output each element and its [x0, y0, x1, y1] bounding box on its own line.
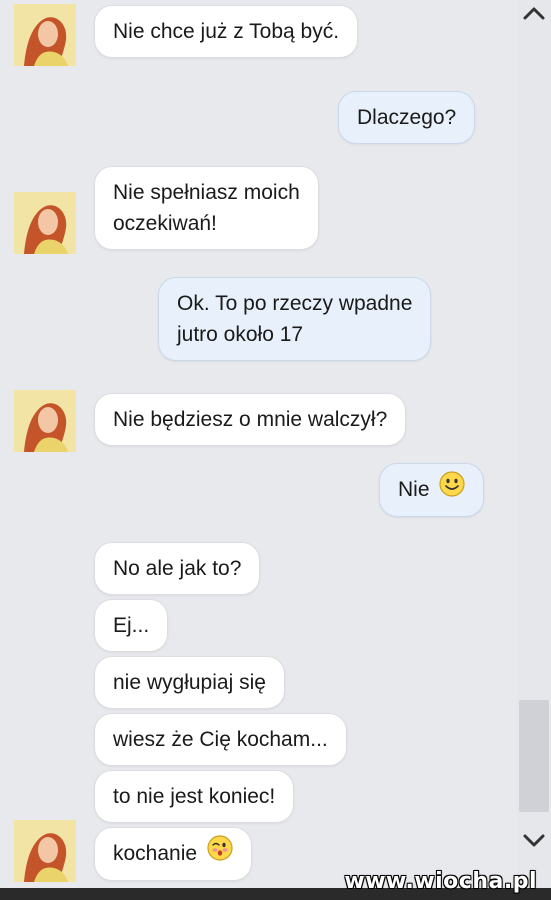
message-text: to nie jest koniec! [113, 785, 276, 808]
message-bubble-incoming: nie wygłupiaj się [94, 656, 285, 709]
smiley-icon [439, 471, 465, 506]
avatar-image [14, 4, 76, 66]
message-bubble-incoming: wiesz że Cię kocham... [94, 713, 347, 766]
message-text: kochanie [113, 842, 198, 865]
message-bubble-incoming: Nie będziesz o mnie walczył? [94, 393, 407, 446]
message-text: Dlaczego? [357, 106, 457, 129]
scrollbar-thumb[interactable] [519, 700, 549, 812]
contact-avatar[interactable] [14, 4, 76, 66]
message-text: Nie [398, 478, 430, 501]
kiss-smiley-icon [207, 835, 233, 870]
chevron-down-icon [523, 834, 545, 853]
contact-avatar[interactable] [14, 390, 76, 452]
message-bubble-outgoing: Dlaczego? [338, 91, 476, 144]
message-text: Nie będziesz o mnie walczył? [113, 408, 388, 431]
avatar-image [14, 390, 76, 452]
message-bubble-incoming: No ale jak to? [94, 542, 261, 595]
contact-avatar[interactable] [14, 820, 76, 882]
message-text-line: jutro około 17 [177, 323, 304, 346]
scroll-up-button[interactable] [517, 0, 551, 30]
scrollbar[interactable] [517, 0, 551, 900]
message-text: wiesz że Cię kocham... [113, 728, 328, 751]
message-text: No ale jak to? [113, 557, 242, 580]
chat-window: Nie chce już z Tobą być. Dlaczego? Nie s… [0, 0, 551, 900]
message-text: nie wygłupiaj się [113, 671, 266, 694]
contact-avatar[interactable] [14, 192, 76, 254]
message-bubble-incoming: Nie chce już z Tobą być. [94, 5, 359, 58]
watermark: www.wiocha.pl [344, 869, 537, 894]
message-text: Ej... [113, 614, 150, 637]
message-bubble-outgoing: Ok. To po rzeczy wpadne jutro około 17 [158, 277, 432, 361]
message-text-line: Nie spełniasz moich [113, 181, 300, 204]
message-text-line: oczekiwań! [113, 212, 217, 235]
message-bubble-incoming: to nie jest koniec! [94, 770, 295, 823]
message-bubble-incoming: Nie spełniasz moich oczekiwań! [94, 166, 319, 250]
message-bubble-incoming: kochanie [94, 827, 252, 882]
message-bubble-incoming: Ej... [94, 599, 169, 652]
scroll-down-button[interactable] [517, 828, 551, 858]
message-text-line: Ok. To po rzeczy wpadne [177, 292, 413, 315]
message-text: Nie chce już z Tobą być. [113, 20, 340, 43]
avatar-image [14, 192, 76, 254]
message-bubble-outgoing: Nie [379, 463, 485, 518]
avatar-image [14, 820, 76, 882]
chevron-up-icon [523, 6, 545, 25]
